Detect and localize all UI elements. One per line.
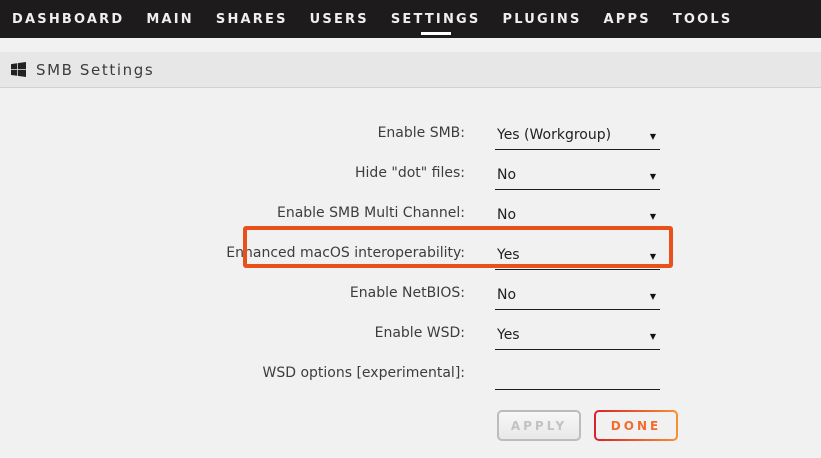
field-label: Enable SMB: — [0, 125, 465, 150]
main-nav: DASHBOARD MAIN SHARES USERS SETTINGS PLU… — [0, 0, 821, 38]
form-row-enable-smb: Enable SMB: Yes (Workgroup) ▼ — [0, 110, 672, 150]
nav-item-main[interactable]: MAIN — [135, 0, 205, 38]
nav-item-label: USERS — [310, 12, 369, 27]
nav-item-label: MAIN — [146, 12, 194, 27]
form-row-smb-multi-channel: Enable SMB Multi Channel: No ▼ — [0, 190, 672, 230]
selected-value: No — [497, 287, 516, 303]
enable-netbios-select[interactable]: No ▼ — [495, 287, 660, 310]
nav-item-shares[interactable]: SHARES — [205, 0, 299, 38]
nav-item-users[interactable]: USERS — [299, 0, 380, 38]
selected-value: Yes (Workgroup) — [497, 127, 611, 143]
nav-item-apps[interactable]: APPS — [593, 0, 662, 38]
chevron-down-icon: ▼ — [650, 291, 656, 303]
nav-item-label: APPS — [604, 12, 651, 27]
windows-logo-icon — [11, 62, 26, 77]
apply-button[interactable]: APPLY — [497, 410, 581, 441]
nav-item-settings[interactable]: SETTINGS — [380, 0, 492, 38]
field-label: Enable WSD: — [0, 325, 465, 350]
nav-item-label: DASHBOARD — [12, 12, 124, 27]
hide-dot-files-select[interactable]: No ▼ — [495, 167, 660, 190]
wsd-options-input[interactable] — [495, 366, 660, 390]
form-row-enable-netbios: Enable NetBIOS: No ▼ — [0, 270, 672, 310]
spacer — [0, 38, 821, 52]
selected-value: No — [497, 207, 516, 223]
nav-item-label: SHARES — [216, 12, 288, 27]
nav-item-tools[interactable]: TOOLS — [662, 0, 744, 38]
chevron-down-icon: ▼ — [650, 171, 656, 183]
chevron-down-icon: ▼ — [650, 211, 656, 223]
form-row-macos-interoperability: Enhanced macOS interoperability: Yes ▼ — [0, 230, 672, 270]
page-header: SMB Settings — [0, 52, 821, 88]
chevron-down-icon: ▼ — [650, 131, 656, 143]
nav-item-label: TOOLS — [673, 12, 733, 27]
enable-smb-select[interactable]: Yes (Workgroup) ▼ — [495, 127, 660, 150]
form-actions: APPLY DONE — [497, 410, 821, 441]
chevron-down-icon: ▼ — [650, 251, 656, 263]
field-label: Enable NetBIOS: — [0, 285, 465, 310]
selected-value: No — [497, 167, 516, 183]
enable-wsd-select[interactable]: Yes ▼ — [495, 327, 660, 350]
field-label: Enhanced macOS interoperability: — [0, 245, 465, 270]
nav-item-dashboard[interactable]: DASHBOARD — [1, 0, 135, 38]
nav-item-label: PLUGINS — [502, 12, 581, 27]
chevron-down-icon: ▼ — [650, 331, 656, 343]
smb-settings-form: Enable SMB: Yes (Workgroup) ▼ Hide "dot"… — [0, 110, 821, 441]
field-label: WSD options [experimental]: — [0, 365, 465, 390]
page-title: SMB Settings — [36, 61, 154, 79]
form-row-enable-wsd: Enable WSD: Yes ▼ — [0, 310, 672, 350]
macos-interoperability-select[interactable]: Yes ▼ — [495, 247, 660, 270]
active-tab-underline — [421, 32, 451, 35]
field-label: Enable SMB Multi Channel: — [0, 205, 465, 230]
nav-item-label: SETTINGS — [391, 12, 481, 27]
done-button[interactable]: DONE — [594, 410, 678, 441]
selected-value: Yes — [497, 247, 520, 263]
field-label: Hide "dot" files: — [0, 165, 465, 190]
nav-item-plugins[interactable]: PLUGINS — [491, 0, 592, 38]
form-row-wsd-options: WSD options [experimental]: — [0, 350, 672, 390]
smb-multi-channel-select[interactable]: No ▼ — [495, 207, 660, 230]
done-button-label: DONE — [596, 412, 676, 439]
form-row-hide-dot-files: Hide "dot" files: No ▼ — [0, 150, 672, 190]
selected-value: Yes — [497, 327, 520, 343]
